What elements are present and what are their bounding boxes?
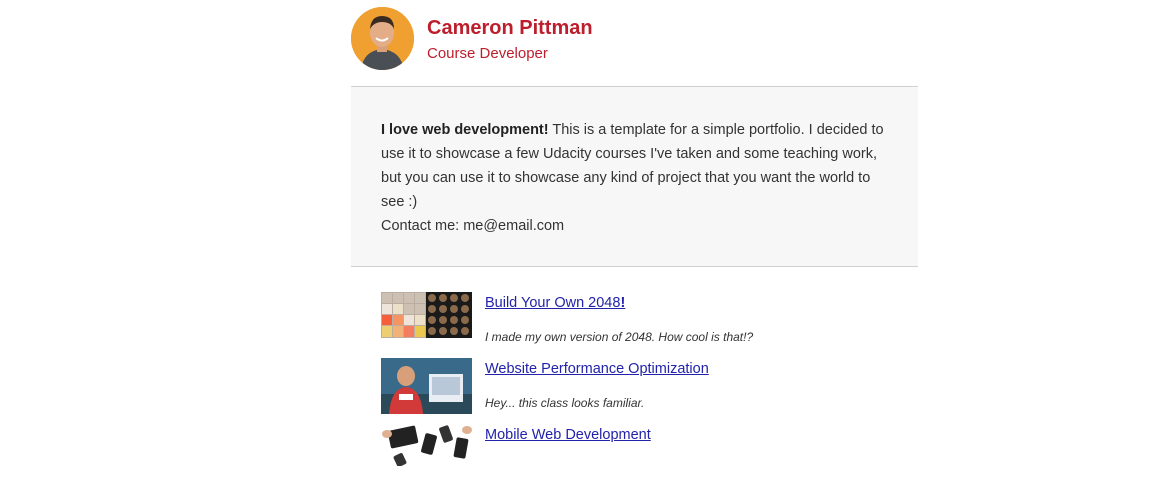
avatar (351, 7, 414, 70)
project-link-performance[interactable]: Website Performance Optimization (485, 361, 709, 377)
mobile-devices-thumbnail[interactable] (381, 424, 472, 466)
profile-role: Course Developer (427, 45, 548, 62)
intro-text: I love web development! This is a templa… (381, 118, 891, 238)
contact-line: Contact me: me@email.com (381, 218, 565, 234)
project-item-performance: Website Performance Optimization Hey... … (381, 358, 901, 418)
project-link-mobile[interactable]: Mobile Web Development (485, 427, 651, 443)
project-link-2048[interactable]: Build Your Own 2048! (485, 295, 625, 311)
project-description: I made my own version of 2048. How cool … (485, 330, 754, 344)
profile-header: Cameron Pittman Course Developer (351, 7, 918, 86)
intro-lead: I love web development! (381, 122, 549, 138)
project-item-mobile: Mobile Web Development (381, 424, 901, 484)
project-item-2048: Build Your Own 2048! I made my own versi… (381, 292, 901, 352)
intro-panel: I love web development! This is a templa… (351, 86, 918, 267)
profile-name: Cameron Pittman (427, 17, 593, 39)
project-description: Hey... this class looks familiar. (485, 396, 645, 410)
presenter-photo-thumbnail[interactable] (381, 358, 472, 414)
2048-game-thumbnail[interactable] (381, 292, 472, 338)
